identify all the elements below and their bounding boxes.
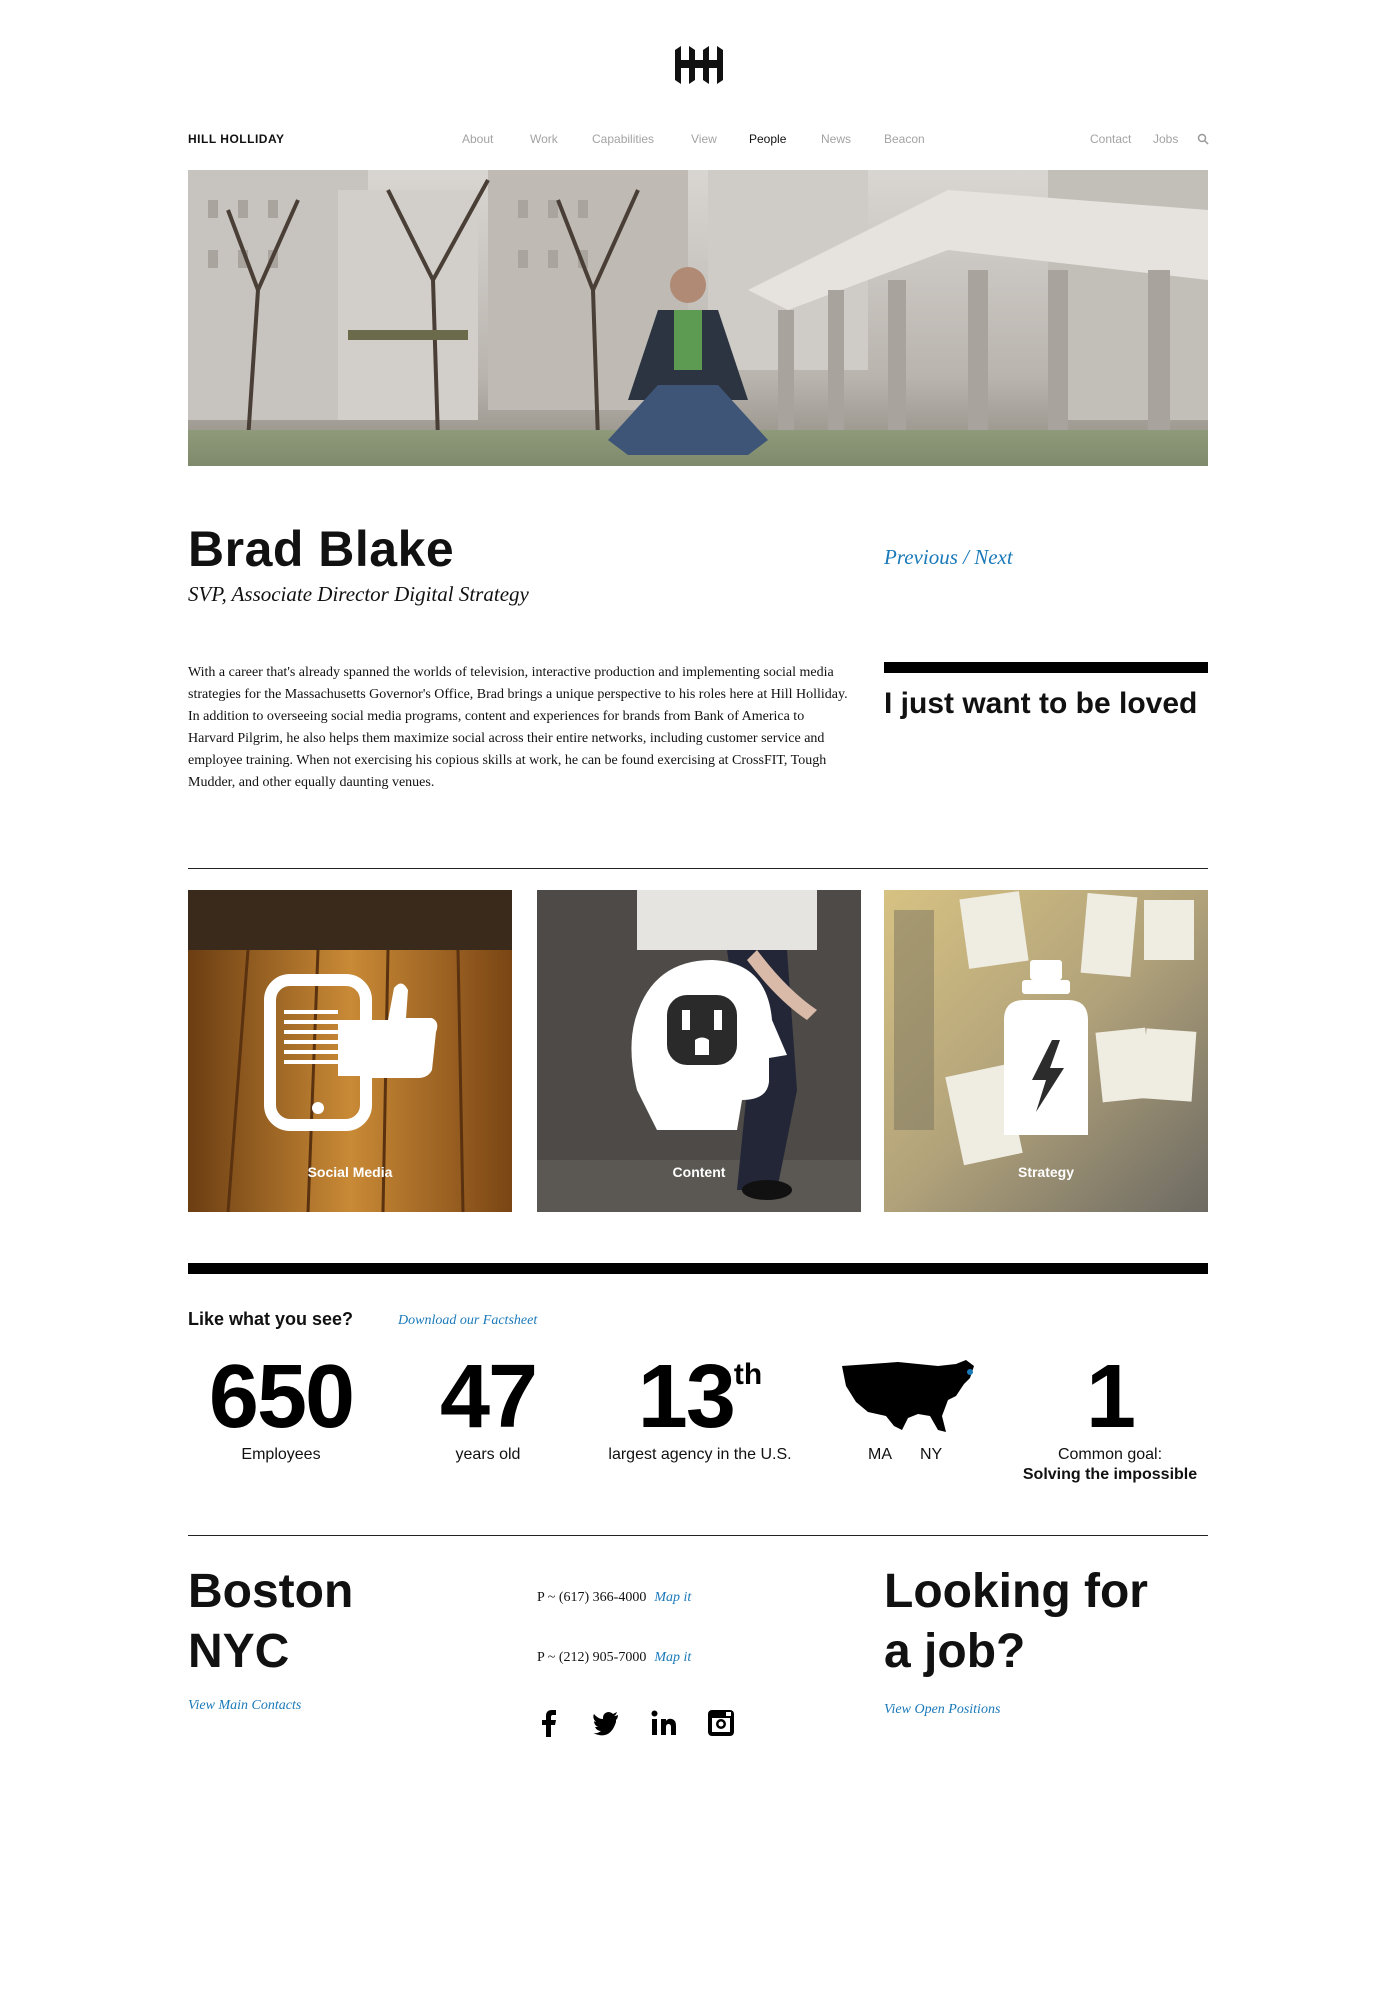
search-icon[interactable] (1197, 133, 1209, 145)
stat-goal-text: Solving the impossible (1022, 1466, 1198, 1483)
person-title: SVP, Associate Director Digital Strategy (188, 582, 529, 606)
next-link[interactable]: Next (974, 545, 1012, 569)
phone-nyc: P ~ (212) 905-7000 Map it (537, 1650, 691, 1666)
quote-bar (884, 662, 1208, 673)
stat-goal-value: 1 (1085, 1347, 1136, 1447)
facebook-icon[interactable] (535, 1709, 563, 1737)
nav-work[interactable]: Work (530, 132, 558, 146)
section-bar (188, 1263, 1208, 1274)
view-main-contacts-link[interactable]: View Main Contacts (188, 1698, 301, 1714)
tile-label: Strategy (1017, 1164, 1075, 1180)
stat-rank-label: largest agency in the U.S. (608, 1446, 792, 1463)
prev-next-nav: Previous / Next (884, 545, 1013, 570)
phone-boston-number: P ~ (617) 366-4000 (537, 1590, 647, 1605)
stat-years-value: 47 (439, 1347, 538, 1447)
person-name: Brad Blake (188, 521, 455, 577)
stat-location-ny: NY (920, 1446, 943, 1463)
stat-goal-label: Common goal: (1057, 1446, 1163, 1463)
stat-location-ma: MA (868, 1446, 892, 1463)
divider (188, 868, 1208, 869)
instagram-icon[interactable] (707, 1709, 735, 1737)
map-it-boston-link[interactable]: Map it (654, 1590, 691, 1605)
linkedin-icon[interactable] (650, 1709, 678, 1737)
stat-years-label: years old (455, 1446, 521, 1463)
stat-rank: 13th (590, 1346, 810, 1449)
nav-about[interactable]: About (462, 132, 493, 146)
nav-news[interactable]: News (821, 132, 851, 146)
job-heading-line2: a job? (884, 1625, 1026, 1678)
tile-label: Content (672, 1164, 726, 1180)
hero-photo (188, 170, 1208, 466)
twitter-icon[interactable] (592, 1709, 620, 1737)
us-map-icon (842, 1360, 974, 1432)
stat-employees-label: Employees (241, 1446, 321, 1463)
nav-people[interactable]: People (749, 132, 786, 146)
tile-strategy[interactable]: Strategy (884, 890, 1208, 1212)
nav-beacon[interactable]: Beacon (884, 132, 925, 146)
nav-jobs[interactable]: Jobs (1153, 132, 1178, 146)
previous-link[interactable]: Previous (884, 545, 958, 569)
person-bio: With a career that's already spanned the… (188, 665, 848, 790)
hh-logo-icon[interactable] (671, 44, 727, 86)
brand-name[interactable]: HILL HOLLIDAY (188, 132, 285, 146)
divider (188, 1535, 1208, 1536)
job-heading: Looking for a job? (884, 1562, 1214, 1682)
tile-social-media[interactable]: Social Media (188, 890, 512, 1212)
nav-contact[interactable]: Contact (1090, 132, 1131, 146)
phone-boston: P ~ (617) 366-4000 Map it (537, 1590, 691, 1606)
city-nyc: NYC (188, 1625, 290, 1678)
separator: / (963, 545, 969, 569)
view-open-positions-link[interactable]: View Open Positions (884, 1702, 1000, 1718)
person-quote: I just want to be loved (884, 687, 1198, 720)
stats-heading: Like what you see? (188, 1309, 354, 1329)
job-heading-line1: Looking for (884, 1565, 1148, 1618)
phone-nyc-number: P ~ (212) 905-7000 (537, 1650, 647, 1665)
tile-content[interactable]: Content (537, 890, 861, 1212)
stat-rank-suffix: th (733, 1358, 763, 1391)
nav-view[interactable]: View (691, 132, 717, 146)
nav-capabilities[interactable]: Capabilities (592, 132, 654, 146)
map-it-nyc-link[interactable]: Map it (654, 1650, 691, 1665)
tile-label: Social Media (307, 1164, 393, 1180)
city-boston: Boston (188, 1565, 354, 1618)
stat-employees-value: 650 (208, 1347, 355, 1447)
download-factsheet-link[interactable]: Download our Factsheet (398, 1313, 537, 1329)
stat-rank-value: 13 (637, 1347, 736, 1447)
